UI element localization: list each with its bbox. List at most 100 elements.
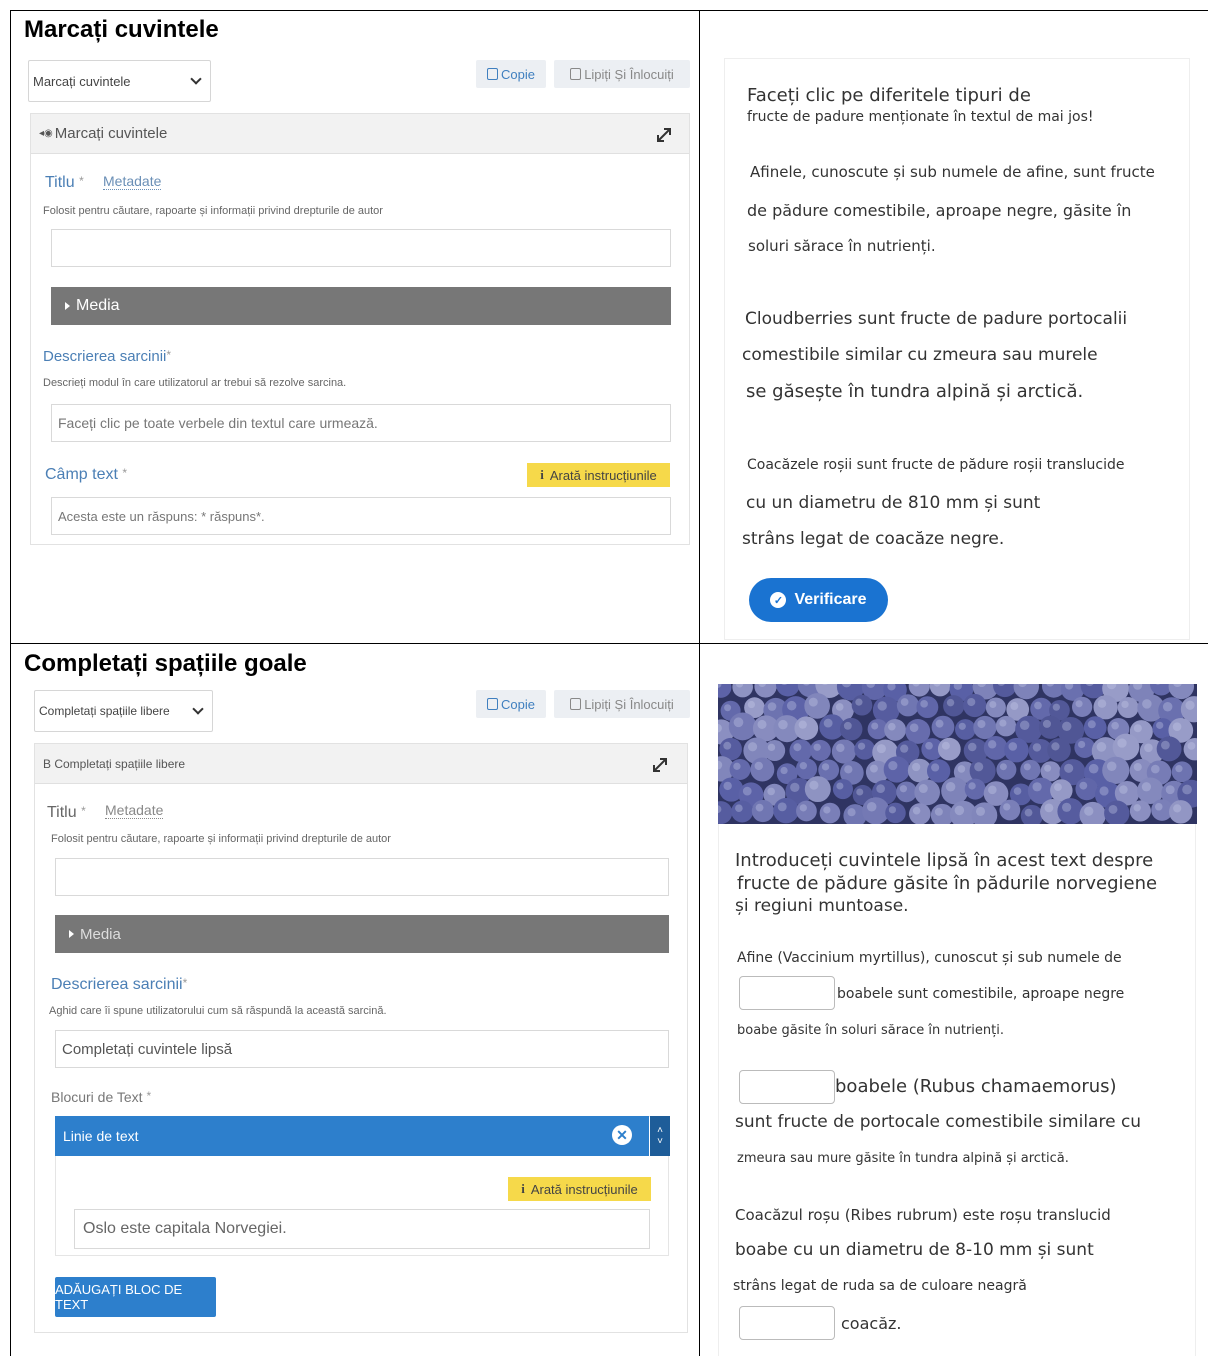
panel-title: Marcați cuvintele — [54, 125, 168, 142]
paragraph1-line1[interactable]: Afinele, cunoscute și sub numele de afin… — [750, 163, 1155, 181]
text-field-input[interactable]: Acesta este un răspuns: * răspuns*. — [51, 497, 671, 535]
intro-line2: fructe de pădure găsite în pădurile norv… — [737, 873, 1158, 894]
media-label: Media — [80, 925, 121, 943]
text-block: Linie de text ✕ ˄ ˅ i Arată instrucțiunil… — [55, 1116, 670, 1256]
title-input[interactable] — [55, 858, 669, 896]
panel-header: ◂◉ Marcați cuvintele — [31, 114, 689, 154]
blueberries-illustration — [718, 684, 1197, 824]
remove-block-icon[interactable]: ✕ — [612, 1125, 632, 1145]
metadata-link[interactable]: Metadate — [105, 802, 164, 819]
chevron-down-icon[interactable]: ˅ — [657, 1136, 663, 1147]
chevron-up-icon[interactable]: ˄ — [657, 1125, 663, 1136]
sentence3-line3: strâns legat de ruda sa de culoare neagr… — [733, 1278, 1027, 1294]
title-input[interactable] — [51, 229, 671, 267]
section-title-fill-blanks: Completați spațiile goale — [24, 650, 307, 677]
sentence1-line3: boabe găsite în soluri sărace în nutrien… — [737, 1023, 1004, 1038]
sentence1-line2: boabele sunt comestibile, aproape negre — [837, 986, 1125, 1002]
content-type-select[interactable]: Marcați cuvintele — [28, 60, 211, 102]
mark-words-preview: Faceți clic pe diferitele tipuri de fruc… — [724, 58, 1190, 640]
sentence3-line1: Coacăzul roșu (Ribes rubrum) este roșu t… — [735, 1206, 1111, 1224]
sentence3-line2: boabe cu un diametru de 8-10 mm și sunt — [735, 1240, 1094, 1260]
text-blocks-label: Blocuri de Text * — [51, 1089, 152, 1105]
preview-heading-line1: Faceți clic pe diferitele tipuri de — [747, 85, 1031, 106]
verify-button[interactable]: ✓ Verificare — [749, 578, 888, 622]
add-text-block-button[interactable]: ADĂUGAȚI BLOC DE TEXT — [55, 1277, 216, 1317]
sentence3-line4: coacăz. — [841, 1314, 902, 1333]
intro-line1: Introduceți cuvintele lipsă în acest tex… — [735, 850, 1154, 871]
show-instructions-label: Arată instrucțiunile — [549, 467, 657, 483]
task-description-help: Aghid care îi spune utilizatorului cum s… — [49, 1005, 387, 1017]
copy-button-label: Copie — [501, 696, 535, 712]
sentence2-line3: zmeura sau mure găsite în tundra alpină … — [737, 1151, 1069, 1166]
metadata-link[interactable]: Metadate — [103, 173, 162, 190]
row-divider — [10, 643, 1208, 644]
blank-input-1[interactable] — [739, 976, 835, 1010]
task-description-input[interactable]: Completați cuvintele lipsă — [55, 1030, 669, 1068]
title-label: Titlu * — [45, 174, 84, 191]
fill-blanks-preview: Introduceți cuvintele lipsă în acest tex… — [718, 824, 1196, 1356]
copy-button-label: Copie — [501, 66, 535, 82]
paste-icon — [570, 68, 582, 80]
content-type-select-value: Completați spațiile libere — [39, 704, 170, 718]
task-description-label: Descrierea sarcinii* — [51, 976, 188, 993]
show-instructions-button[interactable]: i Arată instrucțiunile — [508, 1177, 651, 1201]
copy-icon — [487, 68, 499, 80]
section-title-mark-words: Marcați cuvintele — [24, 16, 219, 43]
title-help-text: Folosit pentru căutare, rapoarte și info… — [51, 833, 391, 845]
paragraph2-line3[interactable]: se găsește în tundra alpină și arctică. — [746, 381, 1083, 402]
preview-heading-line2: fructe de padure menționate în textul de… — [747, 109, 1094, 125]
copy-icon — [487, 698, 499, 710]
paragraph3-line1[interactable]: Coacăzele roșii sunt fructe de pădure ro… — [747, 457, 1125, 473]
paste-button-label: Lipiți Și Înlocuiți — [584, 66, 674, 82]
blank-input-2[interactable] — [739, 1070, 835, 1104]
sentence2-line1: boabele (Rubus chamaemorus) — [835, 1076, 1117, 1097]
media-section-toggle[interactable]: Media — [51, 287, 671, 325]
verify-button-label: Verificare — [794, 591, 867, 608]
intro-line3: și regiuni muntoase. — [735, 896, 909, 916]
sentence1-line1: Afine (Vaccinium myrtillus), cunoscut și… — [737, 950, 1122, 966]
blueberries-image — [718, 684, 1197, 824]
paragraph3-line3[interactable]: strâns legat de coacăze negre. — [742, 529, 1004, 549]
task-description-help: Descrieți modul în care utilizatorul ar … — [43, 377, 347, 389]
expand-icon[interactable] — [655, 126, 673, 144]
sentence2-line2: sunt fructe de portocale comestibile sim… — [735, 1112, 1142, 1132]
blank-input-3[interactable] — [739, 1306, 835, 1340]
info-icon: i — [540, 467, 544, 482]
chevron-down-icon — [192, 703, 204, 715]
paragraph2-line1[interactable]: Cloudberries sunt fructe de padure porto… — [745, 309, 1127, 329]
task-description-label: Descrierea sarcinii* — [43, 348, 172, 365]
show-instructions-label: Arată instrucțiunile — [530, 1181, 638, 1197]
reorder-arrows-icon[interactable]: ˄ ˅ — [650, 1116, 670, 1156]
media-section-toggle[interactable]: Media — [55, 915, 669, 953]
paragraph3-line2[interactable]: cu un diametru de 810 mm și sunt — [746, 493, 1040, 513]
copy-button[interactable]: Copie — [476, 60, 546, 88]
copy-button[interactable]: Copie — [476, 690, 546, 718]
check-circle-icon: ✓ — [770, 592, 787, 608]
text-block-header[interactable]: Linie de text — [55, 1116, 649, 1156]
paste-icon — [570, 698, 582, 710]
triangle-right-icon — [69, 930, 74, 938]
content-type-select[interactable]: Completați spațiile libere — [34, 690, 213, 732]
text-field-label: Câmp text * — [45, 466, 128, 483]
media-label: Media — [76, 297, 120, 314]
column-divider — [699, 10, 700, 1356]
content-type-icon: ◂◉ — [39, 128, 53, 139]
paste-button-label: Lipiți Și Înlocuiți — [584, 696, 674, 712]
editor-panel: B Completați spațiile libere Titlu * Met… — [34, 743, 688, 1333]
text-line-input[interactable]: Oslo este capitala Norvegiei. — [74, 1209, 650, 1249]
paragraph2-line2[interactable]: comestibile similar cu zmeura sau murele — [742, 345, 1098, 365]
paste-replace-button[interactable]: Lipiți Și Înlocuiți — [554, 60, 690, 88]
panel-header: B Completați spațiile libere — [35, 744, 687, 784]
paste-replace-button[interactable]: Lipiți Și Înlocuiți — [554, 690, 690, 718]
paragraph1-line3[interactable]: soluri sărace în nutrienți. — [748, 237, 936, 255]
title-help-text: Folosit pentru căutare, rapoarte și info… — [43, 205, 383, 217]
text-block-title: Linie de text — [63, 1128, 139, 1144]
content-type-select-value: Marcați cuvintele — [33, 73, 131, 89]
panel-title: B Completați spațiile libere — [43, 756, 186, 771]
task-description-input[interactable]: Faceți clic pe toate verbele din textul … — [51, 404, 671, 442]
chevron-down-icon — [190, 73, 202, 85]
show-instructions-button[interactable]: i Arată instrucțiunile — [527, 463, 670, 487]
expand-icon[interactable] — [651, 756, 669, 774]
paragraph1-line2[interactable]: de pădure comestibile, aproape negre, gă… — [747, 201, 1131, 220]
triangle-right-icon — [65, 302, 70, 310]
